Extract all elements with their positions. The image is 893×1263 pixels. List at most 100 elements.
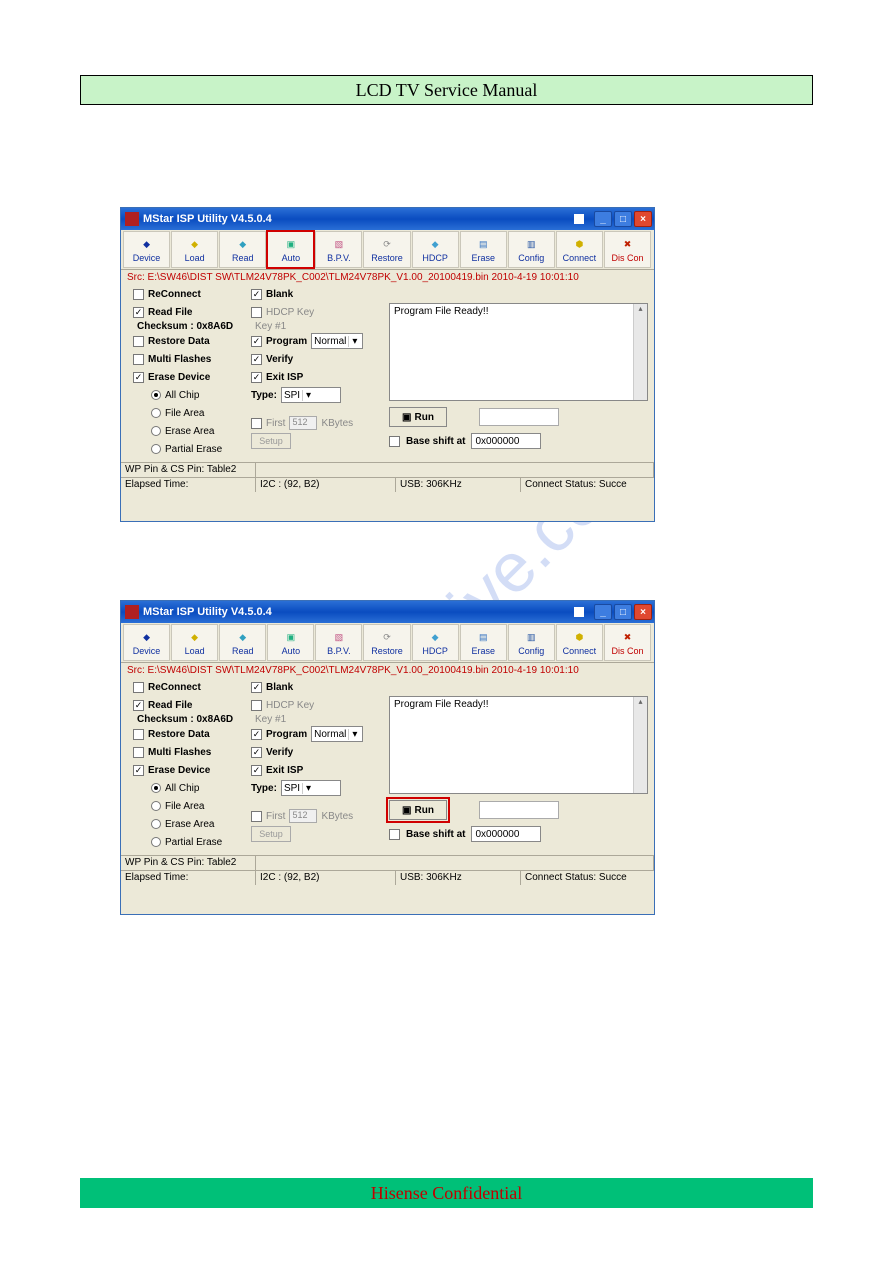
status-usb: USB: 306KHz (396, 871, 521, 885)
device-icon: ◆ (137, 629, 157, 645)
hdcpkey-checkbox[interactable] (251, 700, 262, 711)
minimize-button[interactable]: _ (594, 604, 612, 620)
auto-button[interactable]: ▣Auto (267, 624, 314, 661)
multiflashes-label: Multi Flashes (148, 354, 211, 365)
status-connect: Connect Status: Succe (521, 478, 654, 492)
program-mode-select[interactable]: Normal▾ (311, 333, 363, 349)
log-text: Program File Ready!! (394, 699, 488, 710)
disconnect-button[interactable]: ✖Dis Con (604, 231, 651, 268)
load-button[interactable]: ◆Load (171, 231, 218, 268)
allchip-radio[interactable] (151, 783, 161, 793)
setup-button[interactable]: Setup (251, 433, 291, 449)
baseshift-checkbox[interactable] (389, 829, 400, 840)
bpv-icon: ▧ (329, 629, 349, 645)
restore-icon: ⟳ (377, 236, 397, 252)
restoredata-checkbox[interactable] (133, 336, 144, 347)
program-checkbox[interactable]: ✓ (251, 729, 262, 740)
baseshift-checkbox[interactable] (389, 436, 400, 447)
hdcp-icon: ◆ (425, 629, 445, 645)
device-button[interactable]: ◆Device (123, 231, 170, 268)
device-button[interactable]: ◆Device (123, 624, 170, 661)
disconnect-icon: ✖ (617, 236, 637, 252)
minimize-button[interactable]: _ (594, 211, 612, 227)
restoredata-label: Restore Data (148, 729, 210, 740)
maximize-button[interactable]: □ (614, 211, 632, 227)
verify-checkbox[interactable]: ✓ (251, 747, 262, 758)
disconnect-button[interactable]: ✖Dis Con (604, 624, 651, 661)
program-mode-select[interactable]: Normal▾ (311, 726, 363, 742)
connect-button[interactable]: ⬢Connect (556, 624, 603, 661)
readfile-checkbox[interactable]: ✓ (133, 700, 144, 711)
restore-icon: ⟳ (377, 629, 397, 645)
close-button[interactable]: × (634, 211, 652, 227)
blank-checkbox[interactable]: ✓ (251, 289, 262, 300)
config-button[interactable]: ▥Config (508, 231, 555, 268)
reconnect-label: ReConnect (148, 289, 201, 300)
filearea-radio[interactable] (151, 408, 161, 418)
partialerase-radio[interactable] (151, 837, 161, 847)
hdcpkey-label: HDCP Key (266, 307, 314, 318)
log-scrollbar[interactable] (633, 304, 647, 400)
partialerase-radio[interactable] (151, 444, 161, 454)
hdcpkey-label: HDCP Key (266, 700, 314, 711)
page-footer: Hisense Confidential (80, 1178, 813, 1208)
readfile-checkbox[interactable]: ✓ (133, 307, 144, 318)
run-button[interactable]: ▣Run (389, 800, 447, 820)
kbytes-label: KBytes (321, 418, 353, 429)
filearea-label: File Area (165, 801, 204, 812)
setup-button[interactable]: Setup (251, 826, 291, 842)
maximize-button[interactable]: □ (614, 604, 632, 620)
page-header-text: LCD TV Service Manual (356, 80, 538, 101)
baseshift-input[interactable]: 0x000000 (471, 826, 541, 842)
config-button[interactable]: ▥Config (508, 624, 555, 661)
erasearea-radio[interactable] (151, 819, 161, 829)
type-select[interactable]: SPI▾ (281, 387, 341, 403)
bpv-button[interactable]: ▧B.P.V. (315, 231, 362, 268)
load-button[interactable]: ◆Load (171, 624, 218, 661)
hdcp-button[interactable]: ◆HDCP (412, 231, 459, 268)
hdcpkey-checkbox[interactable] (251, 307, 262, 318)
baseshift-input[interactable]: 0x000000 (471, 433, 541, 449)
erasedevice-checkbox[interactable]: ✓ (133, 372, 144, 383)
exitisp-checkbox[interactable]: ✓ (251, 372, 262, 383)
first-input[interactable]: 512 (289, 416, 317, 430)
read-button[interactable]: ◆Read (219, 624, 266, 661)
connect-button[interactable]: ⬢Connect (556, 231, 603, 268)
first-input[interactable]: 512 (289, 809, 317, 823)
type-select[interactable]: SPI▾ (281, 780, 341, 796)
erasedevice-checkbox[interactable]: ✓ (133, 765, 144, 776)
erasearea-label: Erase Area (165, 426, 214, 437)
type-label: Type: (251, 390, 277, 401)
restore-button[interactable]: ⟳Restore (363, 624, 410, 661)
allchip-label: All Chip (165, 390, 199, 401)
filearea-radio[interactable] (151, 801, 161, 811)
kbytes-label: KBytes (321, 811, 353, 822)
restoredata-checkbox[interactable] (133, 729, 144, 740)
screenshot-run-highlight: MStar ISP Utility V4.5.0.4 _ □ × ◆Device… (120, 600, 655, 915)
run-button[interactable]: ▣Run (389, 407, 447, 427)
log-scrollbar[interactable] (633, 697, 647, 793)
erase-button[interactable]: ▤Erase (460, 231, 507, 268)
erasearea-radio[interactable] (151, 426, 161, 436)
program-checkbox[interactable]: ✓ (251, 336, 262, 347)
first-checkbox[interactable] (251, 418, 262, 429)
multiflashes-checkbox[interactable] (133, 354, 144, 365)
close-button[interactable]: × (634, 604, 652, 620)
bpv-button[interactable]: ▧B.P.V. (315, 624, 362, 661)
reconnect-checkbox[interactable] (133, 682, 144, 693)
allchip-radio[interactable] (151, 390, 161, 400)
erase-button[interactable]: ▤Erase (460, 624, 507, 661)
first-checkbox[interactable] (251, 811, 262, 822)
readfile-label: Read File (148, 307, 192, 318)
hdcp-button[interactable]: ◆HDCP (412, 624, 459, 661)
read-button[interactable]: ◆Read (219, 231, 266, 268)
reconnect-checkbox[interactable] (133, 289, 144, 300)
blank-checkbox[interactable]: ✓ (251, 682, 262, 693)
auto-button[interactable]: ▣Auto (267, 231, 314, 268)
page-footer-text: Hisense Confidential (371, 1183, 522, 1204)
multiflashes-checkbox[interactable] (133, 747, 144, 758)
restore-button[interactable]: ⟳Restore (363, 231, 410, 268)
exitisp-checkbox[interactable]: ✓ (251, 765, 262, 776)
verify-checkbox[interactable]: ✓ (251, 354, 262, 365)
status-wp: WP Pin & CS Pin: Table2 (121, 856, 256, 870)
